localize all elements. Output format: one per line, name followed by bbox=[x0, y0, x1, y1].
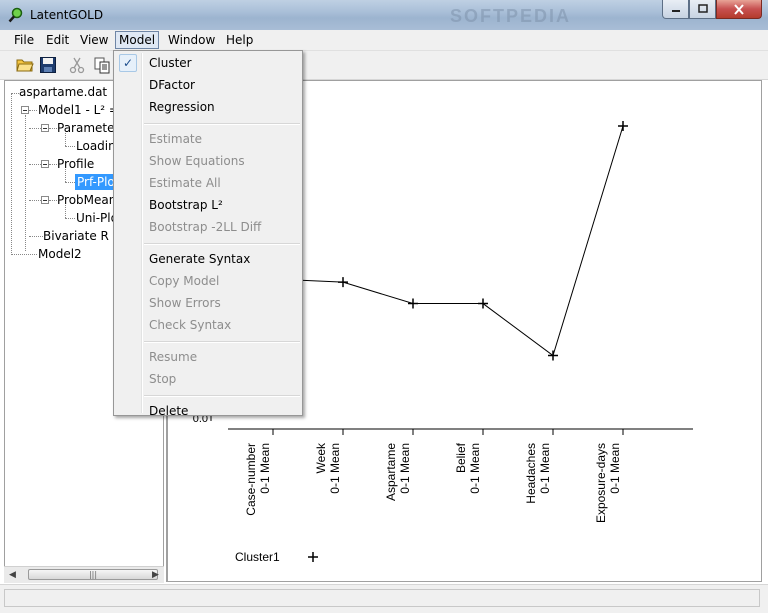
menu-window[interactable]: Window bbox=[165, 32, 218, 48]
tree-item-dataset[interactable]: aspartame.dat bbox=[19, 84, 107, 100]
menu-item-label: Delete bbox=[149, 404, 189, 418]
watermark-logo: SOFTPEDIA bbox=[450, 6, 571, 26]
x-tick-label: Belief0-1 Mean bbox=[454, 442, 482, 493]
menu-item-show-equations[interactable]: Show Equations bbox=[116, 151, 300, 171]
legend-marker-icon bbox=[308, 552, 318, 562]
tree-collapse-probmeans[interactable] bbox=[41, 196, 49, 204]
menu-item-label: Generate Syntax bbox=[149, 252, 251, 266]
scroll-right-icon[interactable]: ▶ bbox=[147, 567, 164, 583]
menu-item-label: Copy Model bbox=[149, 274, 220, 288]
menu-view[interactable]: View bbox=[77, 32, 111, 48]
data-point-marker bbox=[548, 350, 558, 361]
data-point-marker bbox=[478, 298, 488, 309]
menu-separator bbox=[144, 395, 300, 397]
app-magnifier-icon bbox=[8, 7, 23, 23]
menu-item-show-errors[interactable]: Show Errors bbox=[116, 293, 300, 313]
tree-collapse-model1[interactable] bbox=[21, 106, 29, 114]
menu-item-label: Bootstrap L² bbox=[149, 198, 223, 212]
menu-item-stop[interactable]: Stop bbox=[116, 369, 300, 389]
maximize-button[interactable] bbox=[689, 0, 716, 19]
menu-item-label: Show Errors bbox=[149, 296, 221, 310]
menu-item-label: Stop bbox=[149, 372, 177, 386]
tree-item-model2[interactable]: Model2 bbox=[38, 246, 82, 262]
cut-icon[interactable] bbox=[68, 56, 86, 74]
menu-separator bbox=[144, 243, 300, 245]
menu-item-cluster[interactable]: ✓ Cluster bbox=[116, 53, 300, 73]
minimize-icon bbox=[671, 10, 680, 12]
watermark-text: SOFTPEDIA bbox=[450, 6, 571, 26]
menu-model[interactable]: Model bbox=[115, 31, 160, 49]
x-tick-label: Case-number0-1 Mean bbox=[244, 443, 272, 516]
model-menu-dropdown: ✓ Cluster DFactor Regression Estimate Show Eq… bbox=[113, 50, 303, 418]
x-tick-label: Week0-1 Mean bbox=[314, 442, 342, 494]
copy-icon[interactable] bbox=[93, 56, 111, 74]
data-point-marker bbox=[408, 298, 418, 309]
menu-item-check-syntax[interactable]: Check Syntax bbox=[116, 315, 300, 335]
menu-item-delete[interactable]: Delete bbox=[116, 401, 300, 421]
menu-item-label: Bootstrap -2LL Diff bbox=[149, 220, 262, 234]
tree-item-bivariate[interactable]: Bivariate R bbox=[43, 228, 109, 244]
menu-item-label: Resume bbox=[149, 350, 198, 364]
menu-item-label: Estimate bbox=[149, 132, 203, 146]
x-tick-label: Exposure-days0-1 Mean bbox=[594, 443, 622, 523]
menu-item-dfactor[interactable]: DFactor bbox=[116, 75, 300, 95]
tree-horizontal-scrollbar[interactable]: ◀ ||| ▶ bbox=[4, 566, 164, 583]
title-bar: LatentGOLD SOFTPEDIA bbox=[0, 0, 768, 30]
scroll-left-icon[interactable]: ◀ bbox=[4, 567, 21, 583]
x-tick-label: Headaches0-1 Mean bbox=[524, 443, 552, 504]
scrollbar-thumb[interactable]: ||| bbox=[28, 569, 158, 580]
menu-bar: File Edit View Model Window Help bbox=[0, 30, 768, 51]
status-field bbox=[4, 589, 760, 607]
data-point-marker bbox=[618, 121, 628, 132]
menu-item-label: Check Syntax bbox=[149, 318, 232, 332]
menu-help[interactable]: Help bbox=[223, 32, 256, 48]
menu-item-generate-syntax[interactable]: Generate Syntax bbox=[116, 249, 300, 269]
menu-item-label: Cluster bbox=[149, 56, 192, 70]
tree-item-model1[interactable]: Model1 - L² = bbox=[38, 102, 119, 118]
menu-item-regression[interactable]: Regression bbox=[116, 97, 300, 117]
close-button[interactable] bbox=[716, 0, 762, 19]
tree-collapse-parameters[interactable] bbox=[41, 124, 49, 132]
menu-item-label: Estimate All bbox=[149, 176, 221, 190]
checkmark-icon: ✓ bbox=[119, 54, 137, 72]
data-point-marker bbox=[338, 277, 348, 288]
menu-item-resume[interactable]: Resume bbox=[116, 347, 300, 367]
series-line bbox=[272, 125, 624, 357]
menu-item-estimate[interactable]: Estimate bbox=[116, 129, 300, 149]
save-icon[interactable] bbox=[39, 56, 57, 74]
menu-item-bootstrap-2ll-diff[interactable]: Bootstrap -2LL Diff bbox=[116, 217, 300, 237]
menu-item-label: Show Equations bbox=[149, 154, 245, 168]
menu-separator bbox=[144, 123, 300, 125]
open-folder-icon[interactable] bbox=[16, 56, 34, 74]
menu-item-label: DFactor bbox=[149, 78, 195, 92]
menu-separator bbox=[144, 341, 300, 343]
menu-item-estimate-all[interactable]: Estimate All bbox=[116, 173, 300, 193]
minimize-button[interactable] bbox=[662, 0, 689, 19]
maximize-icon bbox=[697, 4, 708, 13]
tree-collapse-profile[interactable] bbox=[41, 160, 49, 168]
tree-item-profile[interactable]: Profile bbox=[57, 156, 94, 172]
status-bar bbox=[0, 584, 768, 613]
menu-edit[interactable]: Edit bbox=[43, 32, 72, 48]
menu-item-copy-model[interactable]: Copy Model bbox=[116, 271, 300, 291]
legend-label: Cluster1 bbox=[235, 550, 280, 564]
menu-item-label: Regression bbox=[149, 100, 215, 114]
x-tick-label: Aspartame0-1 Mean bbox=[384, 443, 412, 501]
close-icon bbox=[734, 3, 744, 15]
window-title: LatentGOLD bbox=[30, 8, 104, 22]
menu-item-bootstrap-l[interactable]: Bootstrap L² bbox=[116, 195, 300, 215]
menu-file[interactable]: File bbox=[11, 32, 37, 48]
